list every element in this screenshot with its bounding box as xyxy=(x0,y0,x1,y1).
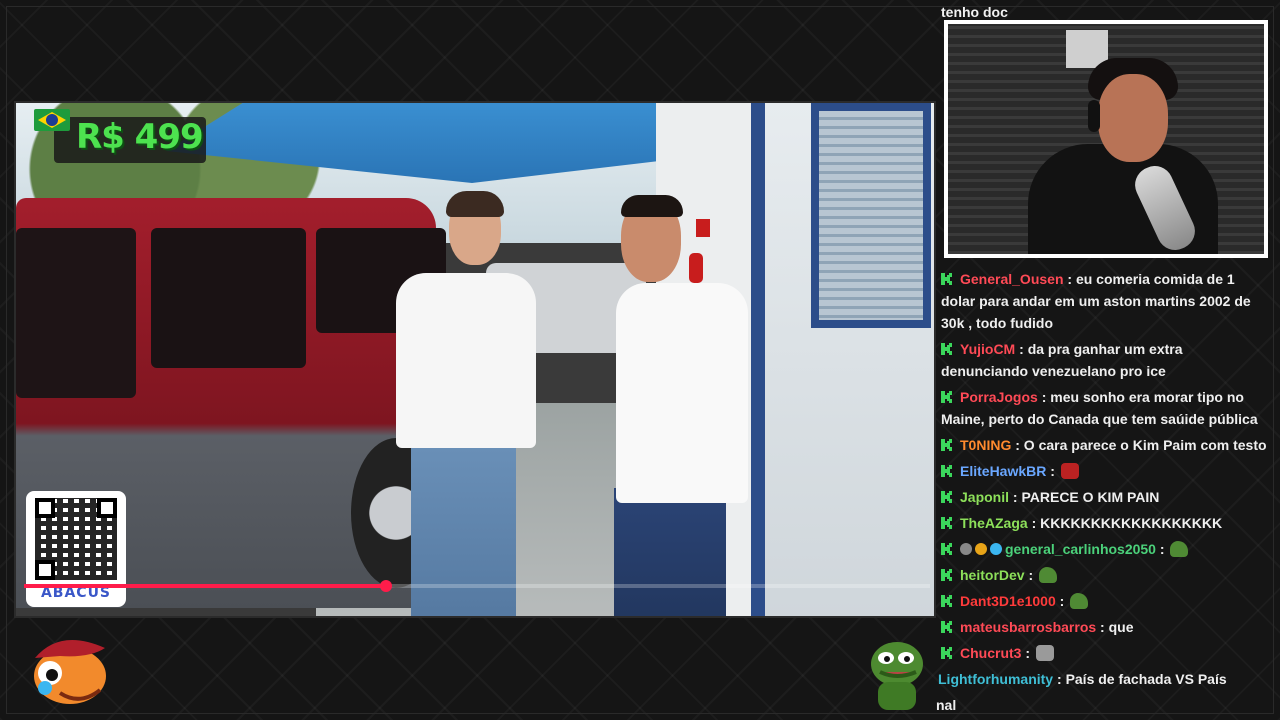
user-badge-icon xyxy=(975,543,987,555)
chat-message: T0NING : O cara parece o Kim Paim com te… xyxy=(941,434,1271,456)
chat-username[interactable]: Japonil xyxy=(960,489,1009,505)
red-face-emote-icon xyxy=(1060,463,1079,479)
chat-username[interactable]: mateusbarrosbarros xyxy=(960,619,1096,635)
chat-username[interactable]: general_carlinhos2050 xyxy=(1005,541,1156,557)
chat-panel: General_Ousen : eu comeria comida de 1 d… xyxy=(936,268,1271,720)
cat-emote-icon xyxy=(1035,645,1054,661)
chat-message-text: País de fachada VS País xyxy=(1065,671,1227,687)
chat-message-text: PARECE O KIM PAIN xyxy=(1021,489,1160,505)
mascot-left-icon xyxy=(34,640,106,704)
chat-username[interactable]: TheAZaga xyxy=(960,515,1028,531)
kick-badge-icon xyxy=(941,491,952,503)
chat-username[interactable]: General_Ousen xyxy=(960,271,1064,287)
user-badge-icon xyxy=(990,543,1002,555)
video-fire-sign xyxy=(696,219,710,237)
video-person-right-hair xyxy=(621,195,683,217)
kick-badge-icon xyxy=(941,517,952,529)
kick-badge-icon xyxy=(941,569,952,581)
chat-message: mateusbarrosbarros : que xyxy=(941,616,1271,638)
user-badge-icon xyxy=(960,543,972,555)
price-overlay: R$ 499 xyxy=(76,117,204,157)
chat-message-text: O cara parece o Kim Paim com testo xyxy=(1023,437,1267,453)
qr-code-sponsor[interactable]: ABACUS xyxy=(26,491,126,607)
headphone-icon xyxy=(1088,100,1100,132)
chat-message: TheAZaga : KKKKKKKKKKKKKKKKKK xyxy=(941,512,1271,534)
pepe-emote-icon xyxy=(1039,567,1058,583)
chat-message: EliteHawkBR : xyxy=(941,460,1271,482)
kick-badge-icon xyxy=(941,273,952,285)
kick-badge-icon xyxy=(941,647,952,659)
video-door-frame xyxy=(751,103,765,616)
chat-partial-message: tenho doc xyxy=(941,4,1008,20)
video-person-right-shirt xyxy=(616,283,748,503)
kick-badge-icon xyxy=(941,391,952,403)
video-truck-window xyxy=(16,228,136,398)
chat-message: Japonil : PARECE O KIM PAIN xyxy=(941,486,1271,508)
chat-message: YujioCM : da pra ganhar um extra denunci… xyxy=(941,341,1183,379)
chat-username[interactable]: PorraJogos xyxy=(960,389,1038,405)
chat-username[interactable]: EliteHawkBR xyxy=(960,463,1046,479)
kick-badge-icon xyxy=(941,343,952,355)
kick-badge-icon xyxy=(941,465,952,477)
streamer-webcam xyxy=(944,20,1268,258)
chat-partial-message: nal xyxy=(936,697,957,713)
chat-username[interactable]: Chucrut3 xyxy=(960,645,1021,661)
chat-message: Chucrut3 : xyxy=(941,642,1271,664)
brazil-flag-icon xyxy=(34,109,70,131)
chat-username[interactable]: Dant3D1e1000 xyxy=(960,593,1056,609)
pepe-emote-icon xyxy=(1170,541,1189,557)
video-progress-bar[interactable] xyxy=(24,580,930,592)
kick-badge-icon xyxy=(941,621,952,633)
video-player[interactable]: R$ 499 ABACUS xyxy=(14,101,936,618)
video-window xyxy=(811,103,931,328)
video-extinguisher xyxy=(689,253,703,283)
chat-username[interactable]: YujioCM xyxy=(960,341,1015,357)
chat-username[interactable]: Lightforhumanity xyxy=(938,671,1053,687)
chat-username[interactable]: heitorDev xyxy=(960,567,1025,583)
video-person-right xyxy=(614,488,726,616)
chat-message: PorraJogos : meu sonho era morar tipo no… xyxy=(941,389,1258,427)
chat-message: Lightforhumanity : País de fachada VS Pa… xyxy=(938,671,1227,687)
pepe-mascot-icon xyxy=(871,642,923,710)
video-person-left-shirt xyxy=(396,273,536,448)
video-progress-fill xyxy=(24,584,387,588)
chat-message-text: que xyxy=(1108,619,1134,635)
video-person-left-hair xyxy=(446,191,504,217)
chat-message-text: KKKKKKKKKKKKKKKKKK xyxy=(1040,515,1223,531)
chat-message: General_Ousen : eu comeria comida de 1 d… xyxy=(941,271,1251,331)
chat-message: Dant3D1e1000 : xyxy=(941,590,1271,612)
chat-username[interactable]: T0NING xyxy=(960,437,1011,453)
streamer-head xyxy=(1098,74,1168,162)
kick-badge-icon xyxy=(941,543,952,555)
chat-message: heitorDev : xyxy=(941,564,1271,586)
kick-badge-icon xyxy=(941,439,952,451)
video-person-left xyxy=(411,441,516,616)
pepe-emote-icon xyxy=(1070,593,1089,609)
chat-message: general_carlinhos2050 : xyxy=(941,538,1271,560)
video-truck-window xyxy=(151,228,306,368)
kick-badge-icon xyxy=(941,595,952,607)
